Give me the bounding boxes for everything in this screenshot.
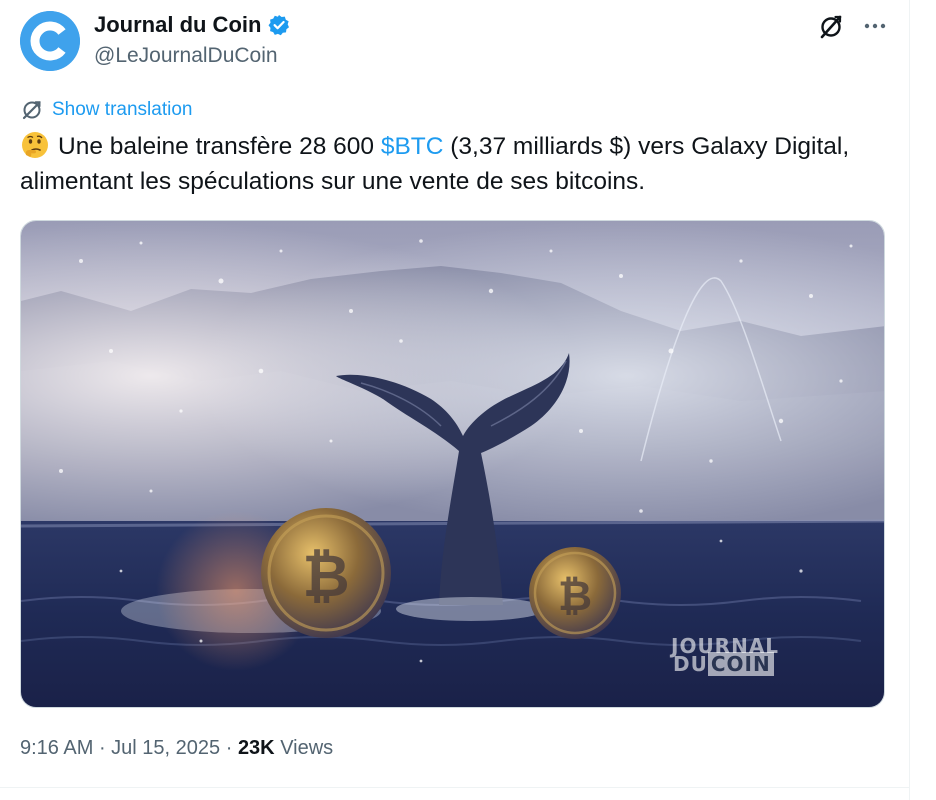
tweet-text: Une baleine transfère 28 600 $BTC (3,37 … bbox=[20, 129, 880, 199]
more-dots-icon bbox=[864, 23, 886, 29]
translate-globe-icon bbox=[20, 98, 44, 122]
cashtag-btc-link[interactable]: $BTC bbox=[381, 133, 444, 160]
watermark-line-2: DU COIN bbox=[673, 652, 779, 676]
grok-icon bbox=[820, 15, 842, 39]
tweet-divider bbox=[0, 787, 909, 788]
tweet-image[interactable]: ₿ ₿ JOURNAL DU COIN bbox=[20, 220, 885, 708]
meta-separator-1: · bbox=[93, 737, 112, 759]
avatar[interactable] bbox=[20, 11, 80, 71]
views-label: Views bbox=[274, 737, 334, 759]
meta-separator-2: · bbox=[220, 737, 238, 759]
tweet-text-part-1: Une baleine transfère 28 600 bbox=[58, 133, 381, 160]
author-display-name[interactable]: Journal du Coin bbox=[94, 10, 261, 40]
show-translation-link[interactable]: Show translation bbox=[20, 97, 192, 123]
svg-text:₿: ₿ bbox=[302, 542, 349, 610]
image-watermark: JOURNAL DU COIN bbox=[671, 636, 779, 676]
views-count[interactable]: 23K bbox=[238, 737, 275, 759]
column-divider bbox=[909, 0, 910, 800]
tweet-time[interactable]: 9:16 AM bbox=[20, 737, 93, 759]
tweet-meta: 9:16 AM · Jul 15, 2025 · 23K Views bbox=[20, 733, 333, 763]
svg-text:₿: ₿ bbox=[558, 571, 592, 620]
author-handle[interactable]: @LeJournalDuCoin bbox=[94, 41, 278, 71]
more-options-button[interactable] bbox=[858, 9, 892, 43]
verified-badge-icon[interactable] bbox=[268, 14, 290, 36]
watermark-prefix: DU bbox=[673, 652, 708, 676]
author-name[interactable]: Journal du Coin bbox=[94, 10, 290, 40]
thinking-face-emoji-icon bbox=[20, 130, 50, 160]
tweet-date[interactable]: Jul 15, 2025 bbox=[111, 737, 220, 759]
show-translation-label[interactable]: Show translation bbox=[52, 97, 192, 123]
journal-du-coin-logo-icon bbox=[20, 11, 80, 71]
grok-button[interactable] bbox=[813, 9, 849, 45]
watermark-box: COIN bbox=[707, 652, 774, 676]
